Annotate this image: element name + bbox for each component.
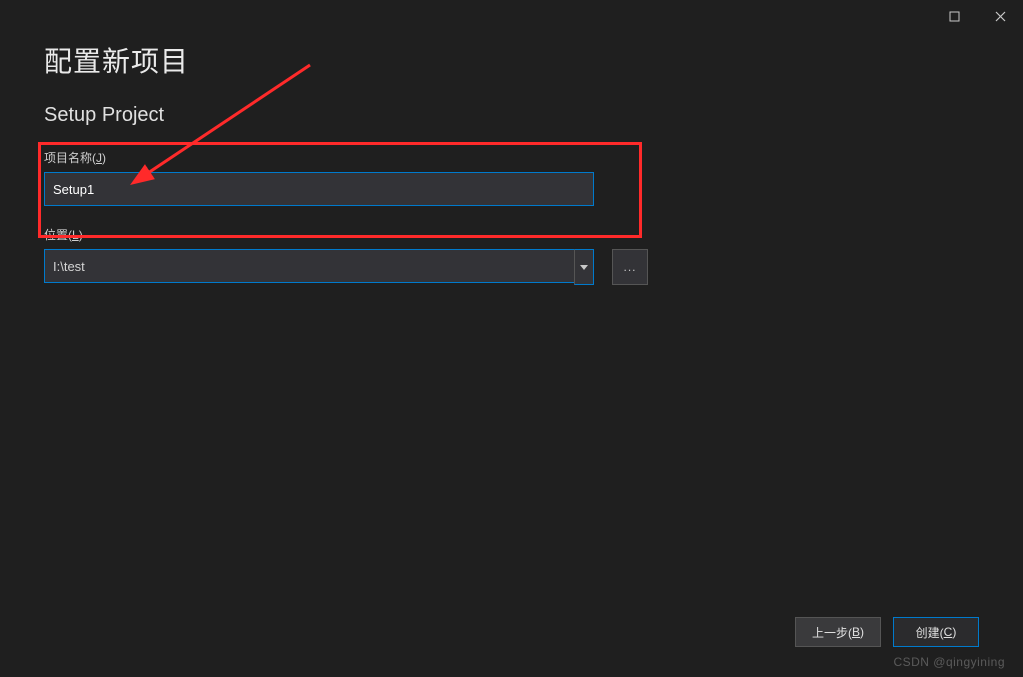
create-button[interactable]: 创建(C) — [893, 617, 979, 647]
location-field: 位置(L) ... — [44, 226, 979, 285]
close-icon — [995, 11, 1006, 22]
close-button[interactable] — [977, 0, 1023, 32]
location-combo — [44, 249, 594, 285]
dialog-footer: 上一步(B) 创建(C) — [795, 617, 979, 647]
dialog-window: 配置新项目 Setup Project 项目名称(J) 位置(L) ... — [0, 0, 1023, 677]
page-subtitle: Setup Project — [44, 104, 979, 127]
browse-button[interactable]: ... — [612, 249, 648, 285]
dialog-content: 配置新项目 Setup Project 项目名称(J) 位置(L) ... — [44, 40, 979, 617]
page-title: 配置新项目 — [44, 40, 979, 80]
maximize-icon — [949, 11, 960, 22]
chevron-down-icon — [580, 263, 588, 271]
project-name-input[interactable] — [44, 172, 594, 206]
titlebar — [931, 0, 1023, 32]
maximize-button[interactable] — [931, 0, 977, 32]
location-dropdown-button[interactable] — [574, 249, 594, 285]
project-name-field: 项目名称(J) — [44, 149, 594, 206]
location-input[interactable] — [44, 249, 574, 283]
project-name-label: 项目名称(J) — [44, 149, 594, 166]
watermark: CSDN @qingyining — [893, 655, 1005, 669]
back-button[interactable]: 上一步(B) — [795, 617, 881, 647]
location-label: 位置(L) — [44, 226, 979, 243]
